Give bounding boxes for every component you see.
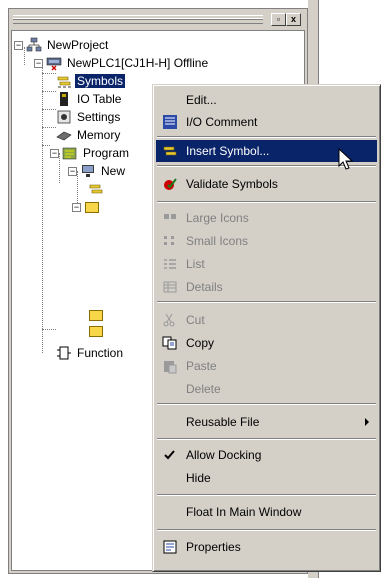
docking-grip[interactable] (13, 15, 263, 24)
tree-node-memory[interactable]: Memory (56, 127, 122, 143)
tree-node-plc[interactable]: − NewPLC1[CJ1H-H] Offline (34, 55, 210, 71)
small-icons-icon (162, 233, 178, 249)
symbols-icon (56, 73, 72, 89)
list-icon (162, 256, 178, 272)
menu-item-float-in-main-window[interactable]: Float In Main Window (156, 501, 377, 523)
menu-item-reusable-file[interactable]: Reusable File (156, 411, 377, 433)
menu-item-cut[interactable]: Cut (156, 309, 377, 331)
menu-item-edit[interactable]: Edit... (156, 89, 377, 111)
paste-icon (162, 358, 178, 374)
insert-symbol-icon (162, 143, 178, 159)
menu-item-hide[interactable]: Hide (156, 467, 377, 489)
programs-icon (62, 145, 78, 161)
submenu-arrow-icon (365, 418, 369, 426)
restore-button[interactable]: ▫ (271, 13, 286, 26)
tree-node-new-program[interactable]: − New (68, 163, 127, 179)
tree-label-plc: NewPLC1[CJ1H-H] Offline (67, 56, 209, 70)
menu-item-paste[interactable]: Paste (156, 355, 377, 377)
details-icon (162, 279, 178, 295)
tree-node-io-table[interactable]: IO Table (56, 91, 123, 107)
large-icons-icon (162, 210, 178, 226)
symbols-icon (88, 181, 104, 197)
menu-item-large-icons[interactable]: Large Icons (156, 207, 377, 229)
tree-node-section-folder: − (72, 199, 103, 215)
tree-label-program: Program (83, 146, 130, 160)
memory-icon (56, 127, 72, 143)
tree-node-local-symbols (88, 181, 107, 197)
tree-label-project: NewProject (47, 38, 109, 52)
properties-icon (162, 539, 178, 555)
project-network-icon (26, 37, 42, 53)
tree-node-function[interactable]: Function (56, 345, 125, 361)
tree-node-project[interactable]: − NewProject (14, 37, 110, 53)
tree-node-symbols[interactable]: Symbols (56, 73, 126, 89)
tree-label-memory: Memory (77, 128, 121, 142)
tree-node-settings[interactable]: Settings (56, 109, 122, 125)
tree-label-function: Function (77, 346, 124, 360)
menu-item-io-comment[interactable]: I/O Comment (156, 111, 377, 133)
tree-label-io-table: IO Table (77, 92, 122, 106)
collapse-toggle[interactable]: − (68, 166, 77, 176)
plc-offline-icon (46, 55, 62, 71)
menu-item-small-icons[interactable]: Small Icons (156, 230, 377, 252)
menu-item-validate-symbols[interactable]: Validate Symbols (156, 173, 377, 195)
io-comment-icon (162, 114, 178, 130)
collapse-toggle[interactable]: − (50, 148, 59, 158)
tree-node-folder (88, 323, 107, 339)
collapse-toggle[interactable]: − (14, 40, 23, 50)
tree-label-symbols: Symbols (75, 74, 126, 88)
menu-item-details[interactable]: Details (156, 276, 377, 298)
menu-item-copy[interactable]: Copy (156, 332, 377, 354)
copy-icon (162, 335, 178, 351)
collapse-toggle[interactable]: − (34, 58, 43, 68)
tree-label-settings: Settings (77, 110, 121, 124)
program-monitor-icon (80, 163, 96, 179)
settings-icon (56, 109, 72, 125)
menu-item-allow-docking[interactable]: Allow Docking (156, 444, 377, 466)
menu-item-list[interactable]: List (156, 253, 377, 275)
menu-item-properties[interactable]: Properties (156, 536, 377, 558)
function-block-icon (56, 345, 72, 361)
mouse-pointer-icon (338, 148, 354, 170)
tree-label-new-program: New (101, 164, 126, 178)
close-button[interactable]: x (286, 13, 301, 26)
scissors-icon (162, 312, 178, 328)
tree-node-program[interactable]: − Program (50, 145, 131, 161)
menu-item-delete[interactable]: Delete (156, 378, 377, 400)
check-icon (162, 447, 178, 463)
folder-icon (88, 323, 104, 339)
folder-icon (84, 199, 100, 215)
tree-node-folder (88, 307, 107, 323)
folder-icon (88, 307, 104, 323)
io-table-icon (56, 91, 72, 107)
validate-icon (162, 176, 178, 192)
